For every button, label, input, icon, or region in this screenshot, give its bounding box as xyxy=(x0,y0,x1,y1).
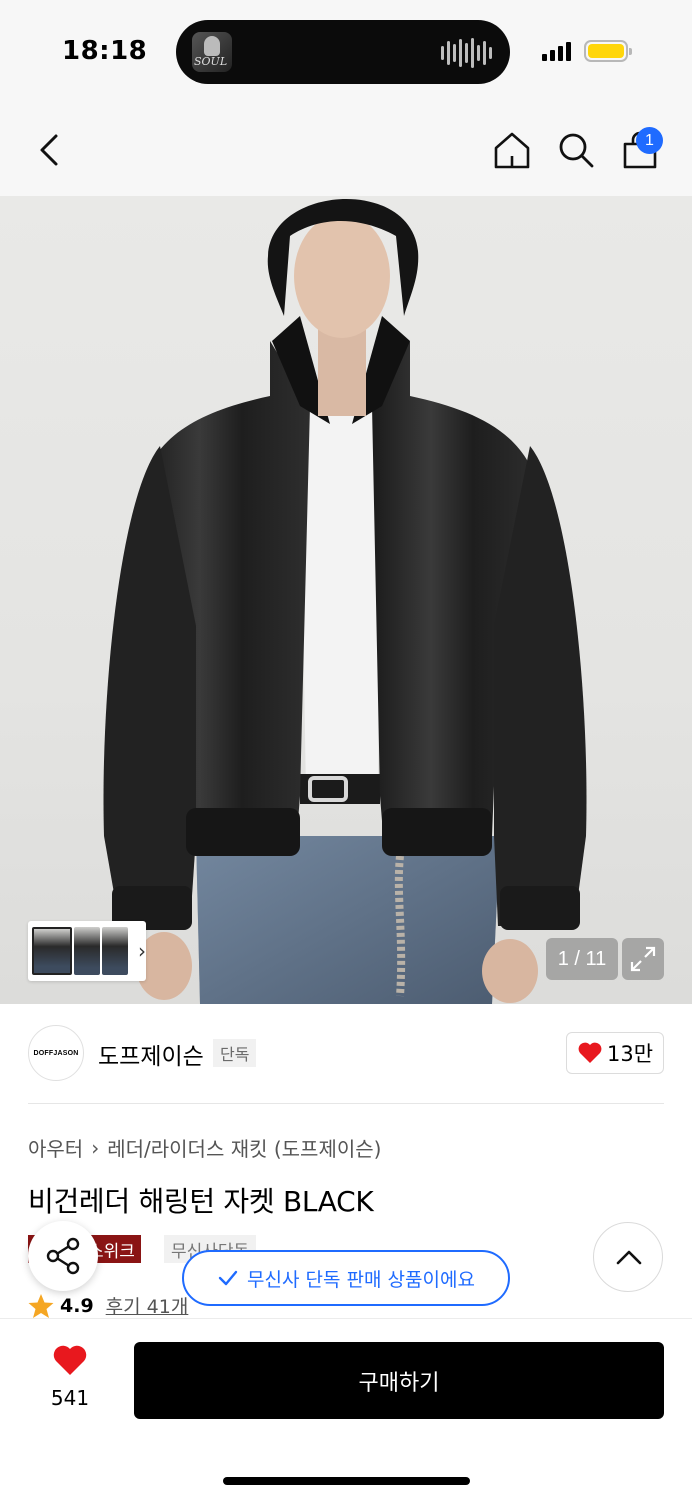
buy-button[interactable]: 구매하기 xyxy=(134,1342,664,1419)
expand-icon[interactable] xyxy=(622,938,664,980)
status-bar: 18:18 SOUL xyxy=(0,0,692,100)
check-icon xyxy=(218,1270,238,1286)
chevron-up-icon xyxy=(616,1250,642,1265)
rating-row: 4.9 후기 41개 xyxy=(28,1292,188,1319)
share-button[interactable] xyxy=(28,1221,98,1291)
product-image[interactable] xyxy=(0,196,692,1004)
brand-name[interactable]: 도프제이슨 xyxy=(98,1037,204,1071)
search-icon[interactable] xyxy=(556,130,596,170)
home-icon[interactable] xyxy=(492,130,532,170)
product-title: 비건레더 해링턴 자켓 BLACK xyxy=(28,1185,374,1218)
reviews-link[interactable]: 후기 41개 xyxy=(106,1292,189,1319)
divider xyxy=(28,1103,664,1104)
now-playing-artwork-text: SOUL xyxy=(194,55,228,68)
brand-like-button[interactable]: 13만 xyxy=(566,1032,664,1074)
thumbnail-image[interactable] xyxy=(102,927,128,975)
breadcrumb: 아우터 › 레더/라이더스 재킷 (도프제이슨) xyxy=(28,1133,381,1162)
audio-waveform-icon xyxy=(441,38,492,68)
cellular-signal-icon xyxy=(542,41,571,61)
image-counter: 1 / 11 xyxy=(546,938,618,980)
model-wearing-jacket-image xyxy=(103,198,587,1004)
back-icon[interactable] xyxy=(36,132,64,168)
thumbnail-image[interactable] xyxy=(74,927,100,975)
dynamic-island[interactable]: SOUL xyxy=(176,20,510,84)
thumbnail-image[interactable] xyxy=(32,927,72,975)
heart-icon xyxy=(578,1042,602,1063)
brand-logo-text: DOFFJASON xyxy=(33,1049,79,1057)
exclusive-sale-toast: 무신사 단독 판매 상품이에요 xyxy=(182,1250,510,1306)
thumbnail-strip[interactable]: › xyxy=(28,921,146,981)
brand-like-count: 13만 xyxy=(606,1042,654,1066)
now-playing-artwork: SOUL xyxy=(192,32,232,72)
toast-text: 무신사 단독 판매 상품이에요 xyxy=(247,1268,475,1291)
like-count: 541 xyxy=(50,1386,90,1410)
status-time: 18:18 xyxy=(62,36,148,66)
home-indicator[interactable] xyxy=(223,1477,470,1485)
brand-logo[interactable]: DOFFJASON xyxy=(28,1025,84,1081)
cart-count-badge: 1 xyxy=(636,127,663,154)
header-nav xyxy=(0,100,692,196)
battery-icon xyxy=(584,40,632,62)
breadcrumb-item[interactable]: 레더/라이더스 재킷 (도프제이슨) xyxy=(107,1133,381,1162)
heart-icon[interactable] xyxy=(52,1345,88,1377)
exclusive-tag: 단독 xyxy=(213,1039,257,1067)
star-icon xyxy=(28,1293,54,1318)
chevron-right-icon[interactable]: › xyxy=(138,939,146,963)
rating-score: 4.9 xyxy=(60,1294,94,1317)
scroll-top-button[interactable] xyxy=(593,1222,663,1292)
chevron-right-icon: › xyxy=(91,1135,100,1160)
share-icon xyxy=(46,1237,80,1275)
breadcrumb-item[interactable]: 아우터 xyxy=(28,1133,83,1162)
